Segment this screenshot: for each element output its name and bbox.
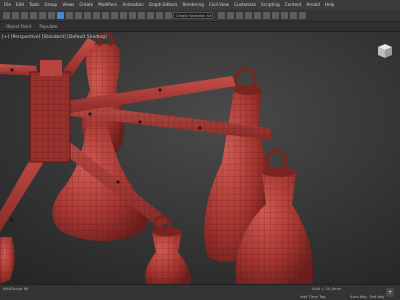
main-toolbar: Create Selection Se (0, 10, 400, 22)
grid-readout: Grid = 10,0mm (312, 286, 342, 291)
render-icon[interactable] (299, 12, 306, 19)
menu-arnold[interactable]: Arnold (306, 0, 320, 10)
viewport-scene (0, 32, 400, 284)
menu-edit[interactable]: Edit (16, 0, 24, 10)
toolbar-icon-group-right (218, 12, 306, 19)
rotate-icon[interactable] (102, 12, 109, 19)
menu-bar: File Edit Tools Group Views Create Modif… (0, 0, 400, 10)
rectangular-selection-icon[interactable] (75, 12, 82, 19)
viewport-label[interactable]: [+] [Perspective] [Standard] [Default Sh… (2, 35, 107, 40)
menu-animation[interactable]: Animation (122, 0, 143, 10)
window-crossing-icon[interactable] (84, 12, 91, 19)
viewcube-icon[interactable] (376, 42, 394, 60)
bind-space-warp-icon[interactable] (39, 12, 46, 19)
menu-file[interactable]: File (4, 0, 11, 10)
curve-editor-icon[interactable] (254, 12, 261, 19)
link-icon[interactable] (21, 12, 28, 19)
schematic-view-icon[interactable] (263, 12, 270, 19)
menu-help[interactable]: Help (325, 0, 335, 10)
menu-scripting[interactable]: Scripting (261, 0, 280, 10)
render-setup-icon[interactable] (281, 12, 288, 19)
perspective-viewport[interactable]: [+] [Perspective] [Standard] [Default Sh… (0, 32, 400, 284)
scene-explorer-icon[interactable] (245, 12, 252, 19)
menu-content[interactable]: Content (285, 0, 302, 10)
menu-views[interactable]: Views (62, 0, 74, 10)
maxscript-listener[interactable]: MAXScript Mi (3, 286, 28, 291)
menu-group[interactable]: Group (44, 0, 57, 10)
redo-icon[interactable] (12, 12, 19, 19)
keyboard-shortcut-icon[interactable] (147, 12, 154, 19)
rendered-frame-icon[interactable] (290, 12, 297, 19)
pivot-center-icon[interactable] (138, 12, 145, 19)
menu-modifiers[interactable]: Modifiers (98, 0, 117, 10)
toolbar-icon-group (3, 12, 190, 19)
selection-filter-icon[interactable] (48, 12, 55, 19)
tab-populate[interactable]: Populate (39, 22, 57, 31)
mirror-icon[interactable] (218, 12, 225, 19)
move-icon[interactable] (93, 12, 100, 19)
select-object-icon[interactable] (57, 12, 64, 19)
select-by-name-icon[interactable] (66, 12, 73, 19)
layer-explorer-icon[interactable] (236, 12, 243, 19)
unlink-icon[interactable] (30, 12, 37, 19)
reference-coord-icon[interactable] (129, 12, 136, 19)
set-key-button[interactable]: Set Key (370, 294, 384, 299)
add-time-tag-button[interactable]: Add Time Tag (300, 294, 325, 299)
ribbon: Object Paint Populate (0, 22, 400, 32)
chandelier-hub[interactable] (29, 60, 71, 163)
zoom-plus-icon[interactable]: + (386, 288, 394, 297)
undo-icon[interactable] (3, 12, 10, 19)
menu-tools[interactable]: Tools (29, 0, 39, 10)
align-icon[interactable] (227, 12, 234, 19)
angle-snap-icon[interactable] (165, 12, 172, 19)
material-editor-icon[interactable] (272, 12, 279, 19)
status-bar: MAXScript Mi Grid = 10,0mm Add Time Tag … (0, 284, 400, 300)
selection-set-dropdown[interactable]: Create Selection Se (173, 12, 213, 19)
snaps-toggle-icon[interactable] (156, 12, 163, 19)
menu-graph-editors[interactable]: Graph Editors (149, 0, 178, 10)
menu-create[interactable]: Create (79, 0, 93, 10)
menu-customize[interactable]: Customize (234, 0, 256, 10)
tab-object-paint[interactable]: Object Paint (6, 22, 31, 31)
menu-civil-view[interactable]: Civil View (209, 0, 229, 10)
menu-rendering[interactable]: Rendering (183, 0, 204, 10)
scale-icon[interactable] (111, 12, 118, 19)
placement-icon[interactable] (120, 12, 127, 19)
auto-key-button[interactable]: Auto Key (350, 294, 367, 299)
